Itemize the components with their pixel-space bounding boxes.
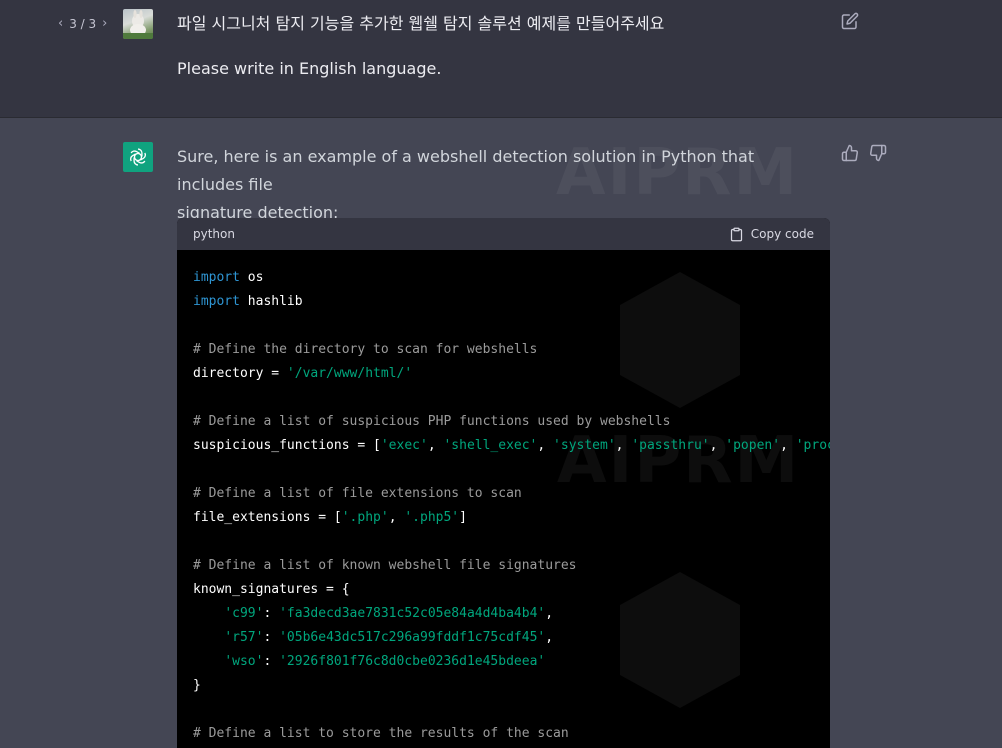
code-token: '2926f801f76c8d0cbe0236d1e45bdeea' [279,654,546,669]
code-token: : [263,654,280,669]
assistant-intro-line-1: Sure, here is an example of a webshell d… [177,147,755,194]
code-token: import [193,270,240,285]
openai-logo-icon [129,148,147,166]
code-line: # Define the directory to scan for websh… [193,338,830,362]
code-line: known_signatures = { [193,578,830,602]
code-line: # Define a list of file extensions to sc… [193,482,830,506]
code-line: file_extensions = ['.php', '.php5'] [193,506,830,530]
code-line: 'wso': '2926f801f76c8d0cbe0236d1e45bdeea… [193,650,830,674]
code-token: , [388,510,405,525]
code-token: suspicious_functions = [ [193,438,381,453]
code-token: os [239,270,264,285]
code-token: import [193,294,240,309]
edit-icon[interactable] [841,12,859,30]
code-token: '.php' [341,510,389,525]
code-token: , [709,438,726,453]
code-token: 'exec' [380,438,428,453]
code-line: } [193,674,830,698]
chevron-right-icon[interactable]: › [102,16,107,31]
code-token: # Define a list of file extensions to sc… [193,486,522,501]
code-token: # Define the directory to scan for websh… [193,342,538,357]
code-token: known_signatures = { [193,582,350,597]
copy-code-label: Copy code [750,227,814,241]
code-token: # Define a list of known webshell file s… [193,558,577,573]
code-token: 'c99' [224,606,264,621]
code-line: # Define a list of known webshell file s… [193,554,830,578]
code-line: suspicious_functions = ['exec', 'shell_e… [193,434,830,458]
code-token: 'shell_exec' [443,438,538,453]
code-token: , [545,630,554,645]
code-token: # Define a list to store the results of … [193,726,569,741]
code-line: import hashlib [193,290,830,314]
code-token: '05b6e43dc517c296a99fddf1c75cdf45' [279,630,546,645]
assistant-intro-text: Sure, here is an example of a webshell d… [177,143,817,227]
user-avatar [123,9,153,39]
code-block: python Copy code AIPRM import os import h… [177,218,830,748]
code-block-header: python Copy code [177,218,830,250]
code-token: directory = [193,366,287,381]
user-prompt-korean: 파일 시그니처 탐지 기능을 추가한 웹쉘 탐지 솔루션 예제를 만들어주세요 [177,14,665,33]
code-token: 'r57' [224,630,264,645]
thumbs-up-icon[interactable] [841,144,859,162]
code-token: 'wso' [224,654,264,669]
user-prompt-english: Please write in English language. [177,59,442,78]
code-language-label: python [193,227,235,241]
code-token: 'popen' [725,438,781,453]
code-token: hashlib [239,294,303,309]
code-token: , [427,438,444,453]
response-pager: ‹ 3 / 3 › [58,16,107,31]
chevron-left-icon[interactable]: ‹ [58,16,63,31]
code-token: '.php5' [404,510,460,525]
code-token: ] [459,510,467,525]
code-token: file_extensions = [ [193,510,342,525]
code-token: , [780,438,796,453]
clipboard-icon [730,227,742,241]
code-token: } [193,678,201,693]
code-token: : [263,606,280,621]
code-token: , [615,438,632,453]
code-token: '/var/www/html/' [286,366,413,381]
code-content: import os import hashlib # Define the dire… [177,250,830,746]
code-line: 'r57': '05b6e43dc517c296a99fddf1c75cdf45… [193,626,830,650]
thumbs-down-icon[interactable] [869,144,887,162]
code-line: # Define a list to store the results of … [193,722,830,746]
code-token: 'system' [553,438,616,453]
code-token: : [263,630,280,645]
copy-code-button[interactable]: Copy code [729,227,814,242]
code-token: 'proc_open' [795,438,830,453]
code-token: 'passthru' [631,438,710,453]
chatgpt-avatar [123,142,153,172]
code-token: , [537,438,554,453]
assistant-message-row: AIPRM Sure, here is an example of a webs… [0,118,1002,748]
code-line: 'c99': 'fa3decd3ae7831c52c05e84a4d4ba4b4… [193,602,830,626]
code-token: , [545,606,554,621]
user-message-row: ‹ 3 / 3 › 파일 시그니처 탐지 기능을 추가한 웹쉘 탐지 솔루션 예… [0,0,1002,118]
code-line: # Define a list of suspicious PHP functi… [193,410,830,434]
pager-label: 3 / 3 [69,16,97,31]
code-token: 'fa3decd3ae7831c52c05e84a4d4ba4b4' [279,606,546,621]
code-line: directory = '/var/www/html/' [193,362,830,386]
code-line: import os [193,266,830,290]
code-token: # Define a list of suspicious PHP functi… [193,414,671,429]
